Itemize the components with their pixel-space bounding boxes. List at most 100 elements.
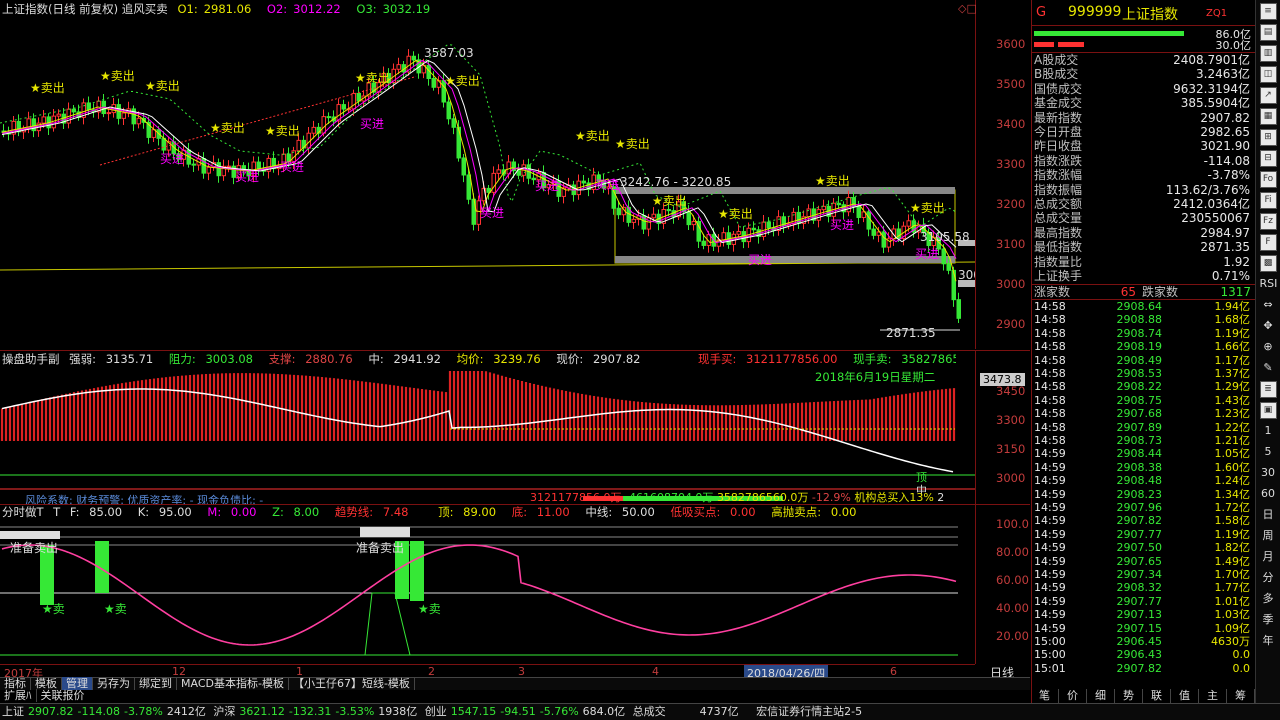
- toolbar-icon-15[interactable]: ▣: [1259, 402, 1277, 419]
- tab-bind-to[interactable]: 绑定到: [135, 677, 177, 690]
- hs-label[interactable]: 沪深: [213, 705, 235, 718]
- cy-price: 1547.15: [450, 705, 497, 718]
- strength-chart[interactable]: [0, 351, 975, 506]
- period-1[interactable]: 1: [1260, 423, 1277, 440]
- quote-tab[interactable]: 细: [1087, 689, 1115, 703]
- quote-tab[interactable]: 笔: [1031, 689, 1059, 703]
- tick-row[interactable]: 14:59 2907.34 1.70亿: [1034, 568, 1252, 581]
- tick-row[interactable]: 14:58 2908.74 1.19亿: [1034, 327, 1252, 340]
- toolbar-icon-14[interactable]: ≣: [1259, 381, 1277, 398]
- tick-row[interactable]: 14:58 2908.64 1.94亿: [1034, 300, 1252, 313]
- period-day[interactable]: 日: [1260, 507, 1277, 524]
- kline-chart[interactable]: 3587.03 2871.35 3242.76 - 3220.85 3105.58 30…: [0, 0, 975, 349]
- tick-row[interactable]: 14:58 2908.22 1.29亿: [1034, 380, 1252, 393]
- tick-row[interactable]: 15:01 2907.82 0.0: [1034, 662, 1252, 675]
- tick-row[interactable]: 14:58 2907.68 1.23亿: [1034, 407, 1252, 420]
- toolbar-icon-12[interactable]: F: [1259, 234, 1277, 251]
- main-chart-panel[interactable]: 上证指数(日线 前复权) 追风买卖 O1: 2981.06 O2: 3012.22 …: [0, 0, 1030, 349]
- quote-tab[interactable]: 值: [1171, 689, 1199, 703]
- pen-icon[interactable]: ✎: [1260, 360, 1277, 377]
- tick-row[interactable]: 14:59 2907.13 1.03亿: [1034, 608, 1252, 621]
- tick-row[interactable]: 14:59 2907.50 1.82亿: [1034, 541, 1252, 554]
- sub2-panel[interactable]: 分时做T T F: 85.00 K: 95.00 M: 0.00 Z: 8.00…: [0, 504, 1030, 664]
- tick-row[interactable]: 14:59 2907.96 1.72亿: [1034, 501, 1252, 514]
- period-60[interactable]: 60: [1260, 486, 1277, 503]
- candle: [206, 166, 211, 174]
- period-month[interactable]: 月: [1260, 549, 1277, 566]
- quote-tab[interactable]: 主: [1199, 689, 1227, 703]
- broker-name[interactable]: 宏信证券行情主站2-5: [756, 705, 862, 718]
- toolbar-icon-6[interactable]: ▦: [1259, 108, 1277, 125]
- tick-row[interactable]: 14:59 2908.44 1.05亿: [1034, 447, 1252, 460]
- quote-tab[interactable]: 势: [1115, 689, 1143, 703]
- zoom-icon[interactable]: ⊕: [1260, 339, 1277, 356]
- toolbar-icon-13[interactable]: ▩: [1259, 255, 1277, 272]
- period-season[interactable]: 季: [1260, 612, 1277, 629]
- arrows-icon[interactable]: ⇔: [1260, 297, 1277, 314]
- tab-save-as[interactable]: 另存为: [93, 677, 135, 690]
- g-badge[interactable]: G: [1036, 5, 1046, 20]
- stock-code: 999999: [1068, 4, 1122, 20]
- stat-row: 指数振幅 113.62/3.76%: [1034, 183, 1252, 197]
- toolbar-icon-5[interactable]: ↗: [1259, 87, 1277, 104]
- toolbar-icon-1[interactable]: ≡: [1259, 3, 1277, 20]
- toolbar-icon-3[interactable]: ▥: [1259, 45, 1277, 62]
- quote-panel: G 999999 上证指数 ZQ1 86.0亿 30.0亿 A股成交 2408.7…: [1031, 0, 1255, 703]
- period-min[interactable]: 分: [1260, 570, 1277, 587]
- tick-row[interactable]: 14:58 2908.75 1.43亿: [1034, 394, 1252, 407]
- toolbar-icon-8[interactable]: ⊟: [1259, 150, 1277, 167]
- period-30[interactable]: 30: [1260, 465, 1277, 482]
- tick-row[interactable]: 14:58 2908.19 1.66亿: [1034, 340, 1252, 353]
- sell-bar: [410, 541, 424, 601]
- tab-extend[interactable]: 扩展ﾊ: [0, 689, 37, 702]
- quote-tab[interactable]: 价: [1059, 689, 1087, 703]
- cy-label[interactable]: 创业: [425, 705, 447, 718]
- quote-tab[interactable]: 联: [1143, 689, 1171, 703]
- tick-row[interactable]: 14:58 2907.89 1.22亿: [1034, 421, 1252, 434]
- toolbar-icon-10[interactable]: Fi: [1259, 192, 1277, 209]
- tab-related-quote[interactable]: 关联报价: [37, 689, 89, 702]
- tick-row[interactable]: 14:58 2908.73 1.21亿: [1034, 434, 1252, 447]
- tick-row[interactable]: 14:58 2908.88 1.68亿: [1034, 313, 1252, 326]
- t-trade-chart[interactable]: [0, 505, 975, 665]
- inst-text: 3121177856.0万 -461608704.0万 3582786560.0…: [530, 489, 944, 505]
- candle: [356, 92, 361, 102]
- tab-macd-template[interactable]: MACD基本指标-模板: [177, 677, 289, 690]
- tick-price: 2906.43: [1116, 648, 1163, 662]
- tick-row[interactable]: 14:59 2908.32 1.77亿: [1034, 581, 1252, 594]
- tick-row[interactable]: 14:59 2907.65 1.49亿: [1034, 555, 1252, 568]
- tick-row[interactable]: 14:58 2908.53 1.37亿: [1034, 367, 1252, 380]
- tick-row[interactable]: 14:59 2908.23 1.34亿: [1034, 488, 1252, 501]
- sh-label[interactable]: 上证: [2, 705, 24, 718]
- toolbar-icon-4[interactable]: ◫: [1259, 66, 1277, 83]
- tick-row[interactable]: 15:00 2906.45 4630万: [1034, 635, 1252, 648]
- quote-tab[interactable]: 筹: [1227, 689, 1255, 703]
- tick-row[interactable]: 14:59 2908.48 1.24亿: [1034, 474, 1252, 487]
- period-5[interactable]: 5: [1260, 444, 1277, 461]
- tick-row[interactable]: 14:59 2907.82 1.58亿: [1034, 514, 1252, 527]
- window-restore-icon[interactable]: ◇□: [958, 2, 977, 15]
- period-year[interactable]: 年: [1260, 633, 1277, 650]
- tab-short-template[interactable]: 【小王仔67】短线-模板: [288, 677, 415, 690]
- tick-row[interactable]: 14:59 2908.38 1.60亿: [1034, 461, 1252, 474]
- tick-time: 15:00: [1034, 648, 1066, 662]
- toolbar-icon-2[interactable]: ▤: [1259, 24, 1277, 41]
- rsi-icon[interactable]: RSI: [1260, 276, 1278, 293]
- tick-time: 14:58: [1034, 434, 1066, 447]
- cy-pct: -5.76%: [539, 705, 579, 718]
- period-week[interactable]: 周: [1260, 528, 1277, 545]
- tick-time: 14:59: [1034, 541, 1066, 555]
- period-multi[interactable]: 多: [1260, 591, 1277, 608]
- tick-time: 14:59: [1034, 554, 1066, 568]
- tick-row[interactable]: 14:59 2907.15 1.09亿: [1034, 622, 1252, 635]
- sub1-panel[interactable]: 操盘助手副 强弱: 3135.71 阻力: 3003.08 支撑: 2880.7…: [0, 350, 1030, 507]
- toolbar-icon-9[interactable]: Fo: [1259, 171, 1277, 188]
- tick-row[interactable]: 14:59 2907.77 1.19亿: [1034, 528, 1252, 541]
- tick-row[interactable]: 15:00 2906.43 0.0: [1034, 648, 1252, 661]
- toolbar-icon-11[interactable]: Fz: [1259, 213, 1277, 230]
- toolbar-icon-7[interactable]: ⊞: [1259, 129, 1277, 146]
- move-icon[interactable]: ✥: [1260, 318, 1277, 335]
- tick-row[interactable]: 14:58 2908.49 1.17亿: [1034, 354, 1252, 367]
- candle: [581, 180, 586, 184]
- tick-row[interactable]: 14:59 2907.77 1.01亿: [1034, 595, 1252, 608]
